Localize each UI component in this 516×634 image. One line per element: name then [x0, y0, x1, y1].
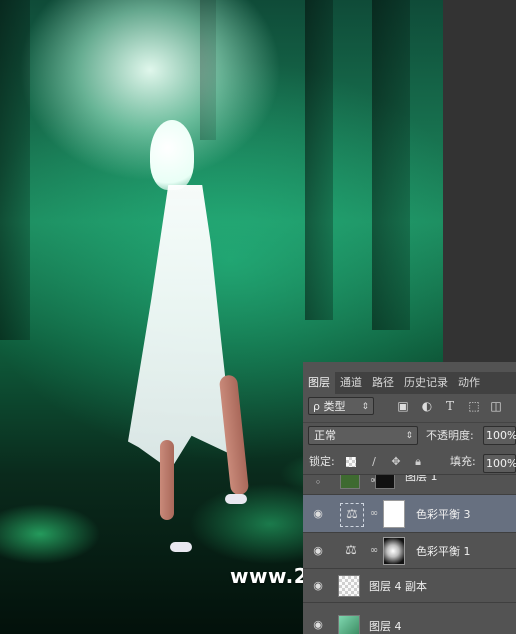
balance-scale-icon: ⚖ — [345, 543, 357, 558]
figure-shoe — [170, 542, 192, 552]
image-filter-icon[interactable]: ▣ — [396, 399, 410, 413]
fill-field[interactable]: 100% — [483, 454, 516, 473]
layer-name: 图层 1 — [405, 474, 438, 483]
updown-caret-icon: ⇕ — [361, 402, 369, 412]
checker-lock-icon[interactable] — [346, 457, 356, 467]
layer-thumbnail — [340, 475, 360, 489]
eye-icon[interactable]: ◦ — [310, 475, 326, 491]
layer-row[interactable]: ◉ 图层 4 副本 — [303, 568, 516, 602]
padlock-icon[interactable]: 🔒︎ — [412, 456, 424, 468]
layer-row[interactable]: ◉ ⚖ ∞ 色彩平衡 1 — [303, 532, 516, 568]
tab-layers[interactable]: 图层 — [303, 372, 335, 394]
blend-mode-select[interactable]: 正常 ⇕ — [308, 426, 418, 445]
workspace-background — [443, 0, 516, 362]
tab-history[interactable]: 历史记录 — [399, 372, 453, 394]
layer-mask-thumbnail[interactable] — [383, 500, 405, 528]
tab-actions[interactable]: 动作 — [453, 372, 485, 394]
figure-dress — [128, 185, 234, 470]
figure-leg — [160, 440, 174, 520]
layer-row[interactable]: ◉ ⚖ ∞ 色彩平衡 3 — [303, 494, 516, 532]
layer-mask-thumbnail[interactable] — [383, 537, 405, 565]
balance-scale-icon: ⚖ — [340, 503, 364, 527]
layers-panel: 图层 通道 路径 历史记录 动作 ρ 类型 ⇕ ▣ ◐ T ⬚ ◫ 正常 ⇕ 不… — [303, 362, 516, 634]
blend-mode-value: 正常 — [314, 429, 336, 442]
tab-paths[interactable]: 路径 — [367, 372, 399, 394]
figure-shoe — [225, 494, 247, 504]
smart-object-filter-icon[interactable]: ◫ — [489, 399, 503, 413]
brush-lock-icon[interactable]: ∕ — [368, 456, 380, 468]
chain-link-icon[interactable]: ∞ — [369, 543, 379, 559]
eye-icon[interactable]: ◉ — [310, 578, 326, 594]
layer-name: 色彩平衡 1 — [416, 545, 471, 558]
eye-icon[interactable]: ◉ — [310, 543, 326, 559]
tab-channels[interactable]: 通道 — [335, 372, 367, 394]
layer-row-partial[interactable]: ◦ ∞ 图层 1 — [303, 474, 516, 494]
adjustment-filter-icon[interactable]: ◐ — [420, 399, 434, 413]
layer-row[interactable]: ◉ 图层 4 — [303, 602, 516, 634]
shape-filter-icon[interactable]: ⬚ — [467, 399, 481, 413]
lock-row: 锁定: ∕ ✥ 🔒︎ 填充: 100% — [303, 450, 516, 474]
layer-mask-thumbnail — [375, 475, 395, 489]
figure-head — [150, 120, 194, 190]
layer-name: 图层 4 副本 — [369, 580, 427, 593]
lock-label: 锁定: — [309, 455, 335, 468]
filter-row: ρ 类型 ⇕ ▣ ◐ T ⬚ ◫ — [303, 394, 516, 420]
filter-label: ρ 类型 — [313, 400, 346, 413]
type-filter-icon[interactable]: T — [443, 399, 457, 413]
eye-icon[interactable]: ◉ — [310, 617, 326, 633]
layer-name: 图层 4 — [369, 620, 402, 633]
blend-row: 正常 ⇕ 不透明度: 100% — [303, 422, 516, 447]
eye-icon[interactable]: ◉ — [310, 506, 326, 522]
opacity-field[interactable]: 100% — [483, 426, 516, 445]
layer-filter-select[interactable]: ρ 类型 ⇕ — [308, 397, 374, 415]
panel-tabs: 图层 通道 路径 历史记录 动作 — [303, 372, 516, 394]
layer-thumbnail — [338, 615, 360, 634]
layer-name: 色彩平衡 3 — [416, 508, 471, 521]
fill-label: 填充: — [450, 455, 476, 468]
updown-caret-icon: ⇕ — [405, 431, 413, 441]
chain-link-icon[interactable]: ∞ — [369, 506, 379, 522]
layer-thumbnail — [338, 575, 360, 597]
opacity-label: 不透明度: — [426, 429, 474, 442]
move-lock-icon[interactable]: ✥ — [390, 456, 402, 468]
